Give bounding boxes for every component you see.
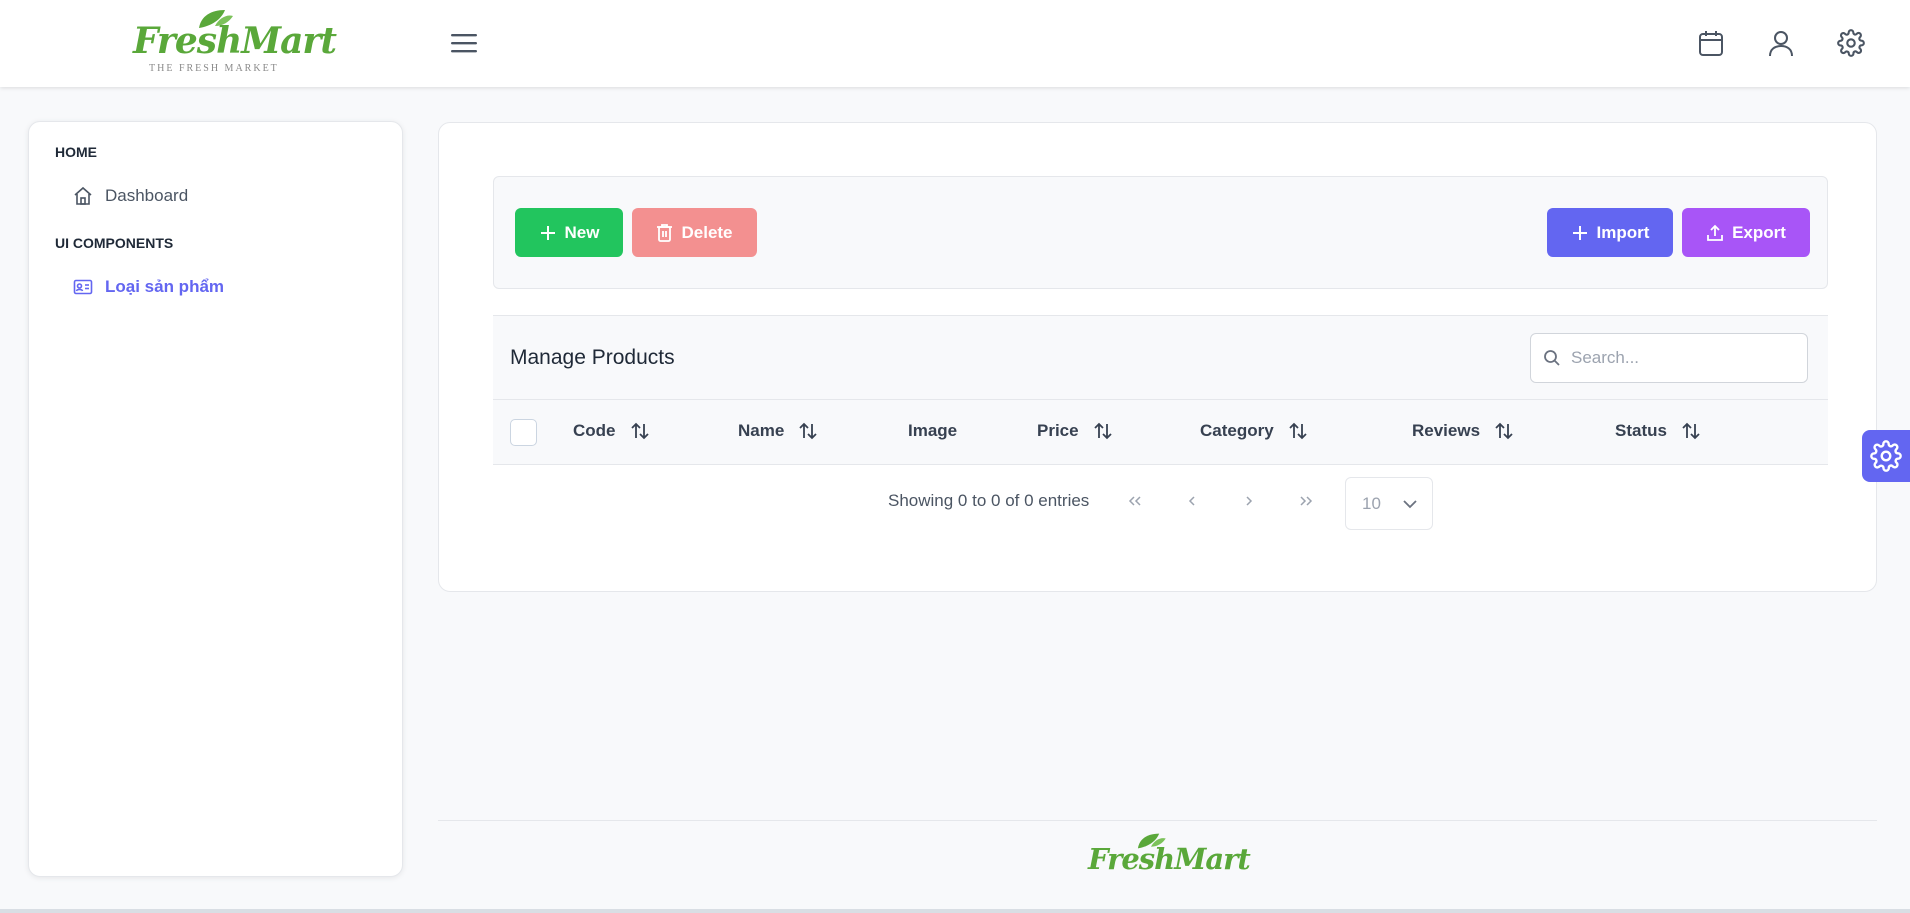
calendar-icon bbox=[1699, 31, 1723, 56]
trash-icon bbox=[657, 224, 673, 242]
top-bar: FreshMart THE FRESH MARKET bbox=[0, 0, 1910, 87]
sort-icon bbox=[1289, 422, 1307, 440]
id-card-icon bbox=[73, 279, 93, 295]
column-label: Price bbox=[1037, 421, 1079, 440]
user-icon bbox=[1769, 31, 1793, 57]
export-button-label: Export bbox=[1732, 222, 1786, 242]
sidebar: HOME Dashboard UI COMPONENTS Loại sản ph… bbox=[28, 121, 403, 877]
upload-icon bbox=[1707, 224, 1723, 241]
column-label: Category bbox=[1200, 421, 1274, 440]
search-box bbox=[1530, 333, 1808, 383]
column-category[interactable]: Category bbox=[1200, 421, 1308, 441]
sort-icon bbox=[1093, 422, 1112, 440]
import-button[interactable]: Import bbox=[1547, 208, 1673, 257]
layout-config-button[interactable] bbox=[1862, 430, 1910, 482]
settings-button[interactable] bbox=[1835, 27, 1867, 59]
search-input[interactable] bbox=[1571, 348, 1781, 368]
sidebar-section-ui-components: UI COMPONENTS bbox=[55, 235, 174, 251]
column-code[interactable]: Code bbox=[573, 421, 650, 441]
previous-page-button[interactable] bbox=[1180, 489, 1204, 513]
sort-icon bbox=[1682, 422, 1700, 440]
export-button[interactable]: Export bbox=[1682, 208, 1810, 257]
table-header-bar: Manage Products bbox=[493, 315, 1828, 400]
rows-per-page-value: 10 bbox=[1362, 493, 1381, 513]
plus-icon bbox=[540, 225, 555, 240]
chevron-left-icon bbox=[1188, 496, 1195, 506]
products-card: New Delete Import Export Manage Products… bbox=[438, 122, 1877, 592]
table-column-header: Code Name Image Price Category Reviews S… bbox=[493, 400, 1828, 465]
rows-per-page-select[interactable]: 10 bbox=[1345, 477, 1433, 530]
search-icon bbox=[1544, 350, 1560, 366]
toolbar: New Delete Import Export bbox=[493, 176, 1828, 289]
column-price[interactable]: Price bbox=[1037, 421, 1113, 441]
column-label: Name bbox=[738, 421, 785, 440]
import-button-label: Import bbox=[1596, 222, 1650, 242]
column-reviews[interactable]: Reviews bbox=[1412, 421, 1514, 441]
last-page-button[interactable] bbox=[1294, 489, 1318, 513]
brand-logo[interactable]: FreshMart THE FRESH MARKET bbox=[133, 10, 337, 76]
column-label: Status bbox=[1615, 421, 1667, 440]
sort-icon bbox=[630, 422, 649, 440]
menu-toggle-button[interactable] bbox=[448, 29, 480, 57]
delete-button[interactable]: Delete bbox=[632, 208, 757, 257]
new-button-label: New bbox=[564, 222, 600, 242]
table-title: Manage Products bbox=[510, 346, 675, 369]
chevrons-right-icon bbox=[1300, 496, 1313, 506]
sidebar-item-label: Loại sản phẩm bbox=[105, 277, 225, 296]
home-icon bbox=[74, 186, 92, 205]
delete-button-label: Delete bbox=[681, 222, 733, 242]
sidebar-item-label: Dashboard bbox=[105, 186, 189, 205]
chevrons-left-icon bbox=[1128, 496, 1141, 506]
footer-divider bbox=[438, 820, 1877, 821]
select-all-checkbox[interactable] bbox=[510, 419, 537, 446]
sort-icon bbox=[799, 422, 817, 440]
next-page-button[interactable] bbox=[1237, 489, 1261, 513]
sidebar-item-product-types[interactable]: Loại sản phẩm bbox=[73, 277, 224, 297]
hamburger-icon bbox=[451, 34, 477, 53]
bottom-border bbox=[0, 909, 1910, 913]
column-label: Reviews bbox=[1412, 421, 1481, 440]
new-button[interactable]: New bbox=[515, 208, 623, 257]
column-label: Code bbox=[573, 421, 616, 440]
logo-subtitle: THE FRESH MARKET bbox=[149, 63, 279, 74]
pagination: Showing 0 to 0 of 0 entries 10 bbox=[439, 465, 1878, 531]
gear-icon bbox=[1870, 440, 1902, 472]
sidebar-item-dashboard[interactable]: Dashboard bbox=[73, 186, 188, 206]
column-status[interactable]: Status bbox=[1615, 421, 1701, 441]
footer-logo: FreshMart bbox=[1088, 833, 1251, 882]
plus-icon bbox=[1572, 225, 1587, 240]
footer-logo-text: FreshMart bbox=[1088, 842, 1251, 876]
calendar-button[interactable] bbox=[1695, 27, 1727, 59]
sidebar-section-home: HOME bbox=[55, 144, 97, 160]
user-button[interactable] bbox=[1765, 27, 1797, 59]
pagination-info: Showing 0 to 0 of 0 entries bbox=[888, 491, 1090, 510]
column-image: Image bbox=[908, 421, 957, 441]
column-name[interactable]: Name bbox=[738, 421, 818, 441]
first-page-button[interactable] bbox=[1123, 489, 1147, 513]
logo-text: FreshMart bbox=[133, 20, 337, 62]
chevron-right-icon bbox=[1246, 496, 1253, 506]
sort-icon bbox=[1495, 422, 1513, 440]
chevron-down-icon bbox=[1403, 499, 1417, 508]
gear-icon bbox=[1837, 29, 1865, 57]
column-label: Image bbox=[908, 421, 958, 440]
